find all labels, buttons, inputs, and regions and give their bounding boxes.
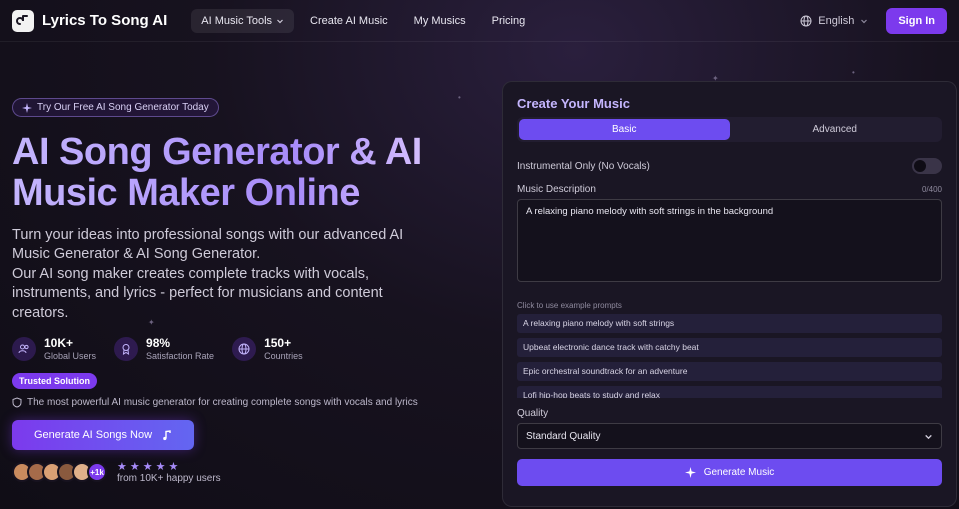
trusted-text: The most powerful AI music generator for… [27, 397, 418, 408]
instrumental-label: Instrumental Only (No Vocals) [517, 160, 650, 172]
title-line: AI Song Generator & AI [12, 130, 422, 173]
hero-section: Try Our Free AI Song Generator Today AI … [12, 98, 482, 484]
desc-line: creators. [12, 304, 69, 321]
instrumental-row: Instrumental Only (No Vocals) [517, 158, 942, 174]
social-proof: +1k ★★★★★ from 10K+ happy users [12, 460, 482, 484]
example-prompt[interactable]: Lofi hip-hop beats to study and relax [517, 386, 942, 398]
music-note-icon [163, 429, 171, 440]
cta-label: Generate AI Songs Now [34, 429, 153, 441]
quality-value: Standard Quality [526, 430, 601, 442]
panel-title: Create Your Music [517, 96, 630, 111]
award-icon [114, 336, 139, 361]
brand-logo[interactable]: Lyrics To Song AI [12, 9, 168, 32]
users-icon [12, 336, 36, 361]
page-title: AI Song Generator & AI Music Maker Onlin… [12, 132, 482, 214]
sparkles-icon [684, 467, 696, 478]
examples-label: Click to use example prompts [517, 301, 622, 310]
tab-advanced[interactable]: Advanced [730, 119, 941, 140]
stat-label: Countries [264, 351, 303, 361]
description-label: Music Description [517, 184, 596, 195]
language-selector[interactable]: English [800, 15, 868, 27]
desc-line: Our AI song maker creates complete track… [12, 265, 369, 282]
example-prompt[interactable]: Epic orchestral soundtrack for an advent… [517, 362, 942, 381]
tab-basic[interactable]: Basic [519, 119, 730, 140]
music-logo-icon [12, 9, 34, 32]
rating-stars: ★★★★★ [117, 461, 182, 473]
sparkle-decoration: • [852, 68, 855, 77]
nav-my-musics[interactable]: My Musics [404, 9, 476, 33]
nav-label: My Musics [413, 14, 466, 27]
nav-ai-music-tools[interactable]: AI Music Tools [191, 8, 295, 33]
chevron-down-icon [277, 19, 283, 23]
quality-label: Quality [517, 408, 549, 419]
badge-text: Try Our Free AI Song Generator Today [37, 102, 209, 113]
nav-label: Pricing [491, 14, 526, 27]
shield-icon [12, 397, 22, 408]
try-free-badge[interactable]: Try Our Free AI Song Generator Today [12, 98, 219, 117]
example-prompt[interactable]: Upbeat electronic dance track with catch… [517, 338, 942, 357]
brand-name: Lyrics To Song AI [42, 12, 168, 29]
example-prompt[interactable]: A relaxing piano melody with soft string… [517, 314, 942, 333]
title-line: Music Maker Online [12, 171, 360, 214]
stat-value: 10K+ [44, 336, 74, 350]
instrumental-toggle[interactable] [912, 158, 942, 174]
nav-create-ai-music[interactable]: Create AI Music [300, 9, 398, 33]
happy-users-text: from 10K+ happy users [117, 473, 221, 484]
description-header: Music Description 0/400 [517, 184, 942, 195]
stat-users: 10K+ Global Users [12, 336, 96, 361]
quality-select[interactable]: Standard Quality [517, 423, 942, 449]
stat-countries: 150+ Countries [232, 336, 303, 361]
trusted-badge: Trusted Solution [12, 373, 97, 389]
generate-label: Generate Music [703, 467, 775, 478]
generate-music-button[interactable]: Generate Music [517, 459, 942, 486]
mode-tabs: Basic Advanced [517, 117, 942, 142]
chevron-down-icon [925, 434, 932, 439]
music-description-input[interactable] [517, 199, 942, 282]
stat-value: 98% [146, 336, 171, 350]
nav-pricing[interactable]: Pricing [482, 9, 536, 33]
example-prompts-list[interactable]: A relaxing piano melody with soft string… [517, 314, 942, 398]
user-avatars: +1k [12, 462, 107, 482]
stat-satisfaction: 98% Satisfaction Rate [114, 336, 214, 361]
desc-line: Music Generator & AI Song Generator. [12, 246, 261, 262]
desc-line: Turn your ideas into professional songs … [12, 226, 404, 243]
stat-label: Global Users [44, 351, 97, 361]
nav-label: AI Music Tools [201, 14, 273, 27]
stat-value: 150+ [264, 336, 292, 350]
globe-icon [232, 336, 257, 361]
language-label: English [818, 14, 855, 27]
generate-ai-songs-button[interactable]: Generate AI Songs Now [12, 420, 195, 450]
sign-in-button[interactable]: Sign In [886, 7, 947, 34]
main-nav: AI Music Tools Create AI Music My Musics… [191, 8, 536, 33]
hero-description: Turn your ideas into professional songs … [12, 226, 482, 324]
trusted-description: The most powerful AI music generator for… [12, 397, 482, 408]
top-navbar: Lyrics To Song AI AI Music Tools Create … [0, 0, 959, 42]
nav-label: Create AI Music [310, 14, 388, 27]
avatar-more-count: +1k [87, 462, 107, 482]
stats-row: 10K+ Global Users 98% Satisfaction Rate … [12, 336, 482, 361]
globe-icon [800, 15, 812, 26]
char-counter: 0/400 [921, 185, 942, 194]
create-music-panel: Create Your Music Basic Advanced Instrum… [502, 81, 957, 507]
desc-line: instruments, and lyrics - perfect for mu… [12, 285, 383, 301]
stat-label: Satisfaction Rate [146, 351, 215, 361]
sparkles-icon [22, 102, 32, 113]
nav-right: English Sign In [800, 7, 947, 34]
chevron-down-icon [861, 19, 868, 23]
